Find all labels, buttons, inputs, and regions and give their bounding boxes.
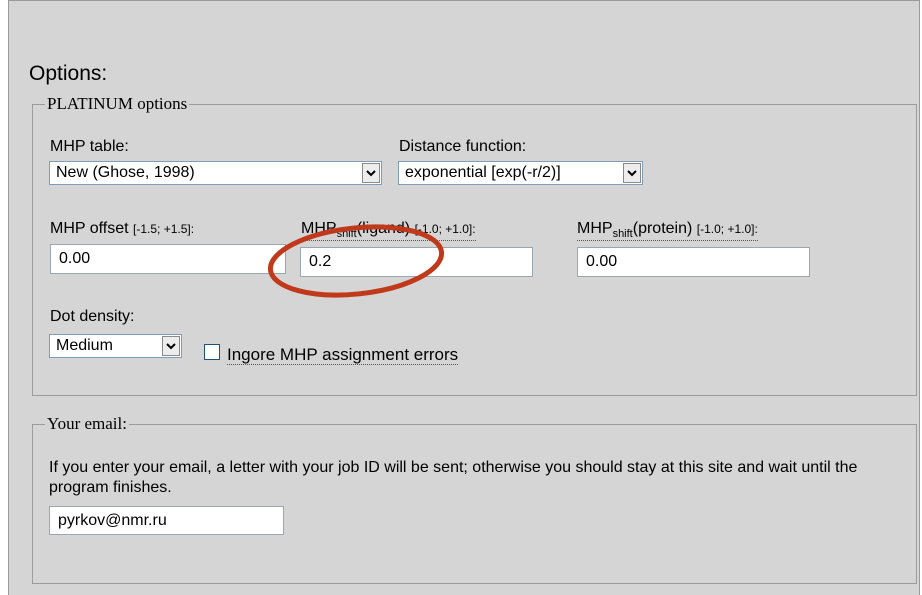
mhp-shift-protein-label-sub: shift — [612, 228, 633, 240]
email-input[interactable]: pyrkov@nmr.ru — [49, 506, 284, 535]
ignore-errors-checkbox[interactable] — [204, 344, 220, 360]
distance-function-selected-value: exponential [exp(-r/2)] — [405, 164, 561, 181]
mhp-shift-protein-range: [-1.0; +1.0]: — [696, 222, 758, 236]
mhp-shift-protein-label: MHPshift(protein) [-1.0; +1.0]: — [577, 219, 758, 241]
mhp-table-select[interactable]: New (Ghose, 1998) — [49, 161, 382, 185]
mhp-table-selected-value: New (Ghose, 1998) — [56, 164, 195, 181]
options-panel: Options: PLATINUM options MHP table: New… — [8, 0, 920, 595]
chevron-down-icon[interactable] — [162, 336, 180, 356]
email-fieldset: Your email: — [32, 414, 917, 584]
mhp-table-label: MHP table: — [50, 138, 129, 155]
dot-density-label: Dot density: — [50, 308, 135, 325]
mhp-offset-label-text: MHP offset — [50, 220, 129, 237]
email-description: If you enter your email, a letter with y… — [49, 459, 858, 496]
highlight-ellipse — [268, 224, 445, 298]
mhp-offset-range: [-1.5; +1.5]: — [133, 222, 195, 236]
chevron-down-icon[interactable] — [623, 163, 641, 183]
dot-density-selected-value: Medium — [56, 337, 113, 354]
distance-function-select[interactable]: exponential [exp(-r/2)] — [398, 161, 643, 185]
dot-density-select[interactable]: Medium — [49, 334, 182, 358]
mhp-shift-protein-input[interactable]: 0.00 — [577, 247, 810, 277]
distance-function-label: Distance function: — [399, 138, 527, 155]
email-legend: Your email: — [47, 414, 127, 433]
options-heading: Options: — [29, 62, 108, 85]
mhp-shift-protein-label-main: MHP — [577, 220, 613, 237]
platinum-legend: PLATINUM options — [47, 94, 188, 113]
ignore-errors-label[interactable]: Ingore MHP assignment errors — [227, 345, 459, 365]
mhp-offset-label: MHP offset [-1.5; +1.5]: — [50, 219, 194, 239]
mhp-shift-protein-label-tail: (protein) — [632, 220, 693, 237]
chevron-down-icon[interactable] — [362, 163, 380, 183]
mhp-offset-input[interactable]: 0.00 — [50, 244, 286, 274]
